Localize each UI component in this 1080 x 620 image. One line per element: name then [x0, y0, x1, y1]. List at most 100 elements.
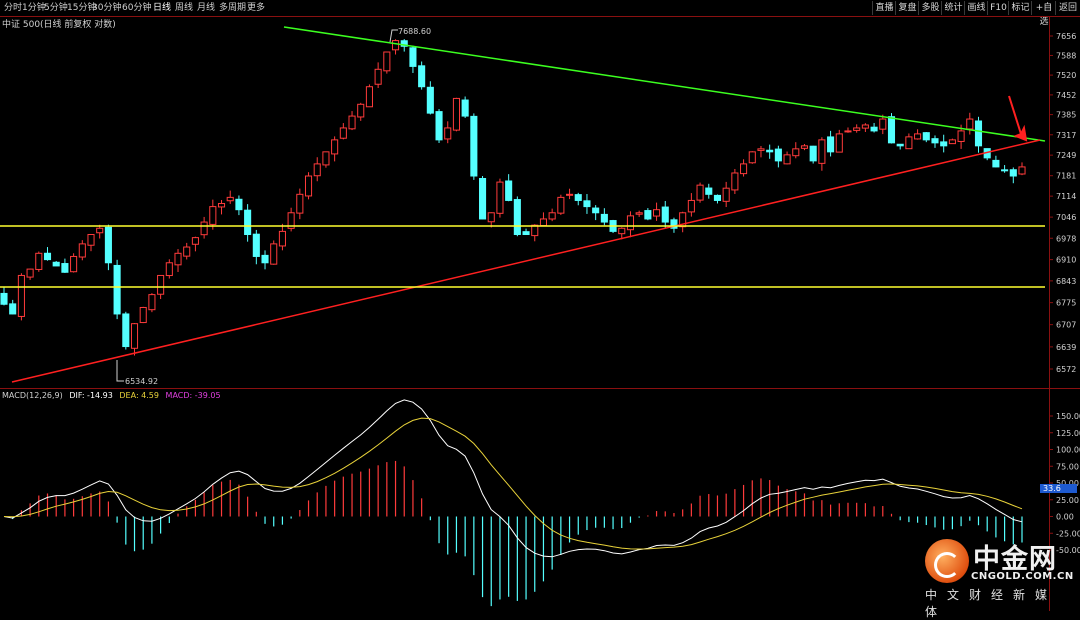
price-tick-label-12: 6843: [1056, 277, 1076, 286]
brand-url: CNGOLD.COM.CN: [971, 571, 1074, 582]
candle-body-106: [922, 132, 930, 141]
candle-body-17: [148, 294, 156, 311]
price-tick-label-5: 7317: [1056, 131, 1076, 140]
candle-body-72: [626, 215, 635, 231]
low-marker-line: [116, 360, 124, 382]
candle-body-82: [713, 194, 722, 201]
candle-body-63: [548, 212, 556, 220]
candle-body-104: [905, 136, 913, 150]
candle-body-52: [452, 97, 460, 131]
candle-body-105: [914, 133, 922, 140]
candle-body-9: [78, 243, 86, 258]
macd-legend: MACD(12,26,9) DIF: -14.93 DEA: 4.59 MACD…: [2, 391, 221, 400]
candle-body-80: [696, 184, 704, 201]
candle-body-75: [653, 209, 661, 217]
candle-body-31: [270, 243, 278, 265]
candle-body-44: [383, 51, 391, 72]
price-tick-label-2: 7520: [1056, 71, 1076, 80]
price-tick-label-7: 7181: [1056, 172, 1076, 181]
candle-body-117: [1018, 166, 1026, 175]
candle-body-38: [331, 139, 339, 155]
candle-body-53: [461, 99, 469, 117]
price-tick-label-3: 7452: [1056, 91, 1076, 100]
candle-body-97: [844, 130, 852, 133]
candle-body-24: [209, 206, 217, 225]
candle-body-89: [774, 148, 782, 162]
macd-tick-label-6: 0.00: [1056, 513, 1074, 522]
macd-tick-label-5: 25.00: [1056, 496, 1079, 505]
brand-logo-icon: [925, 539, 969, 583]
candle-body-112: [974, 120, 983, 147]
macd-dif-value: DIF: -14.93: [69, 391, 113, 400]
candle-body-81: [705, 187, 713, 195]
candle-body-114: [992, 159, 1000, 168]
candle-body-94: [818, 139, 826, 164]
price-tick-label-10: 6978: [1056, 234, 1076, 243]
candle-body-92: [800, 145, 809, 149]
candle-body-98: [853, 127, 861, 131]
candle-body-85: [740, 163, 748, 175]
kline-chart[interactable]: 7656 7588 7520 7452 7385 7317 7249 7181 7114 7046…: [0, 0, 1080, 611]
macd-label: MACD(12,26,9): [2, 391, 63, 400]
high-annotation: 7688.60: [398, 27, 431, 36]
candle-body-18: [157, 274, 165, 295]
candle-body-84: [731, 172, 739, 191]
candle-body-16: [139, 306, 147, 324]
candle-body-22: [191, 237, 199, 245]
candle-body-3: [26, 268, 34, 278]
brand-tagline: 中文财经新媒体: [925, 588, 1058, 619]
macd-tick-label-3: 75.00: [1056, 462, 1079, 471]
candle-body-41: [357, 103, 365, 118]
candle-body-29: [252, 233, 260, 257]
candle-body-76: [661, 206, 669, 223]
candle-body-30: [261, 254, 269, 264]
candle-body-73: [635, 212, 643, 215]
candle-body-2: [17, 274, 25, 317]
candle-body-67: [583, 200, 591, 208]
macd-current-marker: 33.6: [1040, 484, 1077, 493]
candle-body-64: [557, 196, 565, 214]
candle-body-111: [966, 118, 974, 130]
price-tick-label-9: 7046: [1056, 213, 1076, 222]
candle-body-95: [827, 136, 835, 153]
candle-body-96: [835, 133, 843, 153]
macd-dif-line: [3, 399, 1023, 558]
candle-body-4: [35, 252, 43, 270]
candle-body-10: [87, 234, 95, 246]
price-tick-label-8: 7114: [1056, 192, 1076, 201]
candle-body-93: [809, 145, 817, 162]
candle-body-12: [104, 226, 112, 264]
candle-body-56: [487, 212, 495, 223]
candle-body-88: [766, 149, 774, 153]
price-tick-label-1: 7588: [1056, 51, 1076, 60]
macd-dea-line: [3, 417, 1023, 550]
price-tick-label-4: 7385: [1056, 111, 1076, 120]
candle-body-40: [348, 115, 356, 130]
candle-body-7: [61, 263, 69, 273]
candle-body-115: [1001, 169, 1009, 172]
candle-body-87: [757, 148, 765, 151]
candle-body-37: [322, 151, 330, 166]
candle-body-26: [226, 196, 234, 202]
candle-body-51: [444, 127, 452, 140]
candle-body-19: [165, 262, 173, 277]
macd-dea-value: DEA: 4.59: [119, 391, 159, 400]
candle-body-5: [43, 252, 52, 261]
price-tick-label-15: 6639: [1056, 343, 1076, 352]
candle-body-1: [9, 303, 17, 315]
candle-body-15: [130, 323, 139, 349]
candle-body-20: [174, 252, 182, 266]
candle-body-57: [496, 181, 504, 214]
candle-body-42: [365, 86, 373, 108]
candle-body-90: [783, 154, 791, 165]
candle-body-59: [513, 199, 521, 236]
candle-body-48: [418, 65, 426, 88]
low-annotation: 6534.92: [125, 377, 158, 386]
candle-body-34: [296, 193, 304, 214]
candle-body-79: [687, 199, 695, 213]
macd-tick-label-0: 150.00: [1056, 412, 1080, 421]
candle-body-8: [70, 255, 78, 273]
candle-body-103: [896, 143, 904, 147]
candle-body-60: [522, 231, 530, 236]
candle-body-109: [948, 139, 956, 145]
